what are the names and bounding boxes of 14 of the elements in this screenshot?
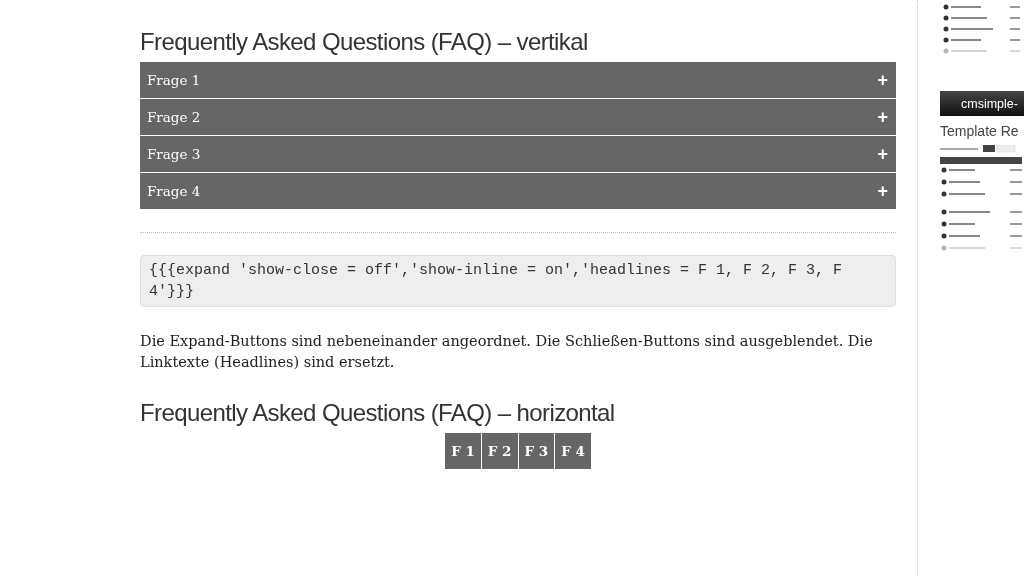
expand-button[interactable]: F 1 — [445, 433, 481, 469]
code-block: {{{expand 'show-close = off','show-inline = on','headlines = F 1, F 2, F 3, F 4'}}} — [140, 255, 896, 307]
accordion-header[interactable]: Frage 3 + — [140, 136, 896, 172]
expand-button[interactable]: F 2 — [481, 433, 518, 469]
accordion-header[interactable]: Frage 4 + — [140, 173, 896, 209]
accordion-header[interactable]: Frage 1 + — [140, 62, 896, 98]
section-heading: Frequently Asked Questions (FAQ) – vertikal — [140, 28, 589, 56]
template-title: Template Re — [940, 123, 1019, 139]
expand-button[interactable]: F 4 — [555, 433, 591, 469]
section-heading: Frequently Asked Questions (FAQ) – horizontal — [140, 399, 616, 427]
expand-button[interactable]: F 3 — [518, 433, 555, 469]
banner-text: cmsimple- — [961, 96, 1018, 111]
description-text: Die Expand-Buttons sind nebeneinander angeordnet. Die Schließen-Buttons sind ausgeblendet. Die Linktexte (Headlines) sind ersetzt. — [140, 332, 874, 372]
accordion-header[interactable]: Frage 2 + — [140, 99, 896, 135]
